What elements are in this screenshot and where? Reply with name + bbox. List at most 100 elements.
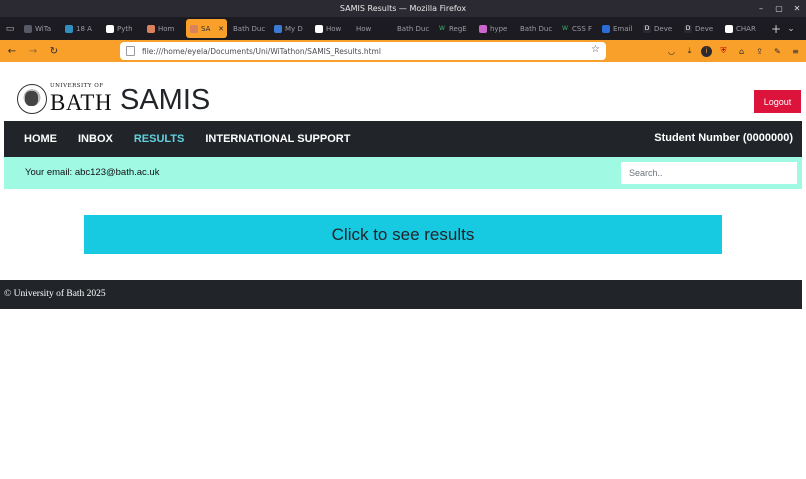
tab-strip: WiTa 18 A Pyth Hom SA ✕ Bath Duc My D How How Bath… bbox=[20, 17, 762, 40]
main-nav: HOME INBOX RESULTS INTERNATIONAL SUPPORT… bbox=[4, 121, 802, 157]
bookmark-star-icon[interactable]: ☆ bbox=[591, 44, 600, 55]
tab-label: Pyth bbox=[117, 24, 133, 33]
tab-label: Deve bbox=[654, 24, 673, 33]
tab-favicon-icon: W bbox=[439, 25, 445, 32]
tab-favicon-icon bbox=[190, 24, 198, 33]
browser-tab[interactable]: D Deve bbox=[639, 17, 680, 40]
maximize-icon[interactable]: ▢ bbox=[774, 0, 784, 17]
nav-inbox[interactable]: INBOX bbox=[78, 133, 113, 145]
tab-label: SA bbox=[201, 24, 211, 33]
accessibility-icon[interactable]: ✎ bbox=[771, 45, 784, 58]
browser-tab[interactable]: Bath Duc bbox=[393, 17, 434, 40]
close-icon[interactable]: ✕ bbox=[792, 0, 802, 17]
browser-tab[interactable]: Bath Duc bbox=[229, 17, 270, 40]
info-bar: Your email: abc123@bath.ac.uk bbox=[4, 157, 802, 189]
email-text: Your email: abc123@bath.ac.uk bbox=[25, 167, 160, 178]
minimize-icon[interactable]: – bbox=[756, 0, 766, 17]
browser-tab[interactable]: SA ✕ bbox=[186, 19, 227, 38]
back-icon[interactable]: ← bbox=[3, 46, 21, 57]
tab-label: Deve bbox=[695, 24, 714, 33]
ublock-icon[interactable]: ⛨ bbox=[717, 45, 730, 58]
menu-icon[interactable]: ≡ bbox=[789, 45, 802, 58]
tab-label: My D bbox=[285, 24, 303, 33]
tab-label: 18 A bbox=[76, 24, 92, 33]
browser-tab[interactable]: CHAR bbox=[721, 17, 762, 40]
tab-favicon-icon bbox=[725, 24, 733, 33]
window-titlebar: SAMIS Results — Mozilla Firefox – ▢ ✕ bbox=[0, 0, 806, 17]
tab-favicon-icon: D bbox=[643, 24, 651, 33]
browser-tab[interactable]: hype bbox=[475, 17, 516, 40]
url-bar[interactable]: file:///home/eyela/Documents/Uni/WiTatho… bbox=[120, 42, 606, 60]
tab-label: Email bbox=[613, 24, 633, 33]
window-controls: – ▢ ✕ bbox=[756, 0, 802, 17]
tab-label: CSS F bbox=[572, 24, 593, 33]
url-text[interactable]: file:///home/eyela/Documents/Uni/WiTatho… bbox=[142, 47, 381, 56]
new-tab-icon[interactable]: + bbox=[768, 22, 784, 36]
tab-label: Bath Duc bbox=[520, 24, 553, 33]
university-logo[interactable]: UNIVERSITY OF BATH bbox=[17, 82, 112, 116]
tab-favicon-icon bbox=[147, 24, 155, 33]
tab-favicon-icon bbox=[315, 24, 323, 33]
tab-favicon-icon bbox=[274, 24, 282, 33]
see-results-button[interactable]: Click to see results bbox=[84, 215, 722, 254]
tab-favicon-icon bbox=[65, 24, 73, 33]
tab-label: How bbox=[356, 24, 372, 33]
tab-label: WiTa bbox=[35, 24, 52, 33]
search-input[interactable] bbox=[621, 162, 797, 184]
window-title: SAMIS Results — Mozilla Firefox bbox=[339, 4, 467, 13]
tab-label: Bath Duc bbox=[397, 24, 430, 33]
tab-label: RegE bbox=[449, 24, 467, 33]
navigation-toolbar: ← → ↻ file:///home/eyela/Documents/Uni/W… bbox=[0, 40, 806, 62]
browser-tab[interactable]: WiTa bbox=[20, 17, 61, 40]
logo-small-text: UNIVERSITY OF bbox=[50, 83, 104, 90]
nav-results[interactable]: RESULTS bbox=[134, 133, 185, 145]
tab-bar: ▭ WiTa 18 A Pyth Hom SA ✕ Bath Duc My D How How Ba… bbox=[0, 17, 806, 40]
tab-label: How bbox=[326, 24, 342, 33]
tab-label: CHAR bbox=[736, 24, 756, 33]
tab-list-icon[interactable]: ⌄ bbox=[784, 24, 798, 34]
browser-tab[interactable]: Email bbox=[598, 17, 639, 40]
toolbar-icons: ◡ ⤓ i ⛨ ⌂ ⇪ ✎ ≡ bbox=[665, 40, 802, 62]
tab-label: hype bbox=[490, 24, 508, 33]
file-icon bbox=[126, 46, 135, 56]
browser-tab[interactable]: Hom bbox=[143, 17, 184, 40]
page-header: UNIVERSITY OF BATH SAMIS Logout bbox=[0, 62, 806, 121]
tab-label: Bath Duc bbox=[233, 24, 266, 33]
tab-label: Hom bbox=[158, 24, 175, 33]
tab-favicon-icon: D bbox=[684, 24, 692, 33]
browser-tab[interactable]: Bath Duc bbox=[516, 17, 557, 40]
extensions-icon[interactable]: ⌂ bbox=[735, 45, 748, 58]
browser-tab[interactable]: W CSS F bbox=[557, 17, 598, 40]
browser-tab[interactable]: 18 A bbox=[61, 17, 102, 40]
tab-favicon-icon bbox=[24, 24, 32, 33]
student-number: Student Number (0000000) bbox=[654, 132, 793, 144]
browser-tab[interactable]: How bbox=[311, 17, 352, 40]
forward-icon[interactable]: → bbox=[24, 46, 42, 57]
pocket-icon[interactable]: ◡ bbox=[665, 45, 678, 58]
tab-favicon-icon bbox=[479, 24, 487, 33]
tab-favicon-icon bbox=[106, 24, 114, 33]
crest-icon bbox=[17, 84, 47, 114]
browser-tab[interactable]: D Deve bbox=[680, 17, 721, 40]
logout-button[interactable]: Logout bbox=[754, 90, 801, 113]
nav-home[interactable]: HOME bbox=[24, 133, 57, 145]
tab-favicon-icon bbox=[602, 24, 610, 33]
reload-icon[interactable]: ↻ bbox=[45, 46, 63, 57]
browser-tab[interactable]: Pyth bbox=[102, 17, 143, 40]
tab-overview-icon[interactable]: ▭ bbox=[0, 17, 20, 40]
logo-big-text: BATH bbox=[50, 89, 113, 115]
share-icon[interactable]: ⇪ bbox=[753, 45, 766, 58]
footer-text: © University of Bath 2025 bbox=[4, 289, 106, 299]
browser-tab[interactable]: W RegE bbox=[434, 17, 475, 40]
tab-close-icon[interactable]: ✕ bbox=[218, 25, 224, 33]
tab-favicon-icon: W bbox=[562, 25, 568, 32]
footer: © University of Bath 2025 bbox=[0, 280, 802, 309]
page-title: SAMIS bbox=[120, 84, 211, 116]
logo-text: UNIVERSITY OF BATH bbox=[50, 84, 112, 114]
page: UNIVERSITY OF BATH SAMIS Logout HOME INB… bbox=[0, 62, 806, 479]
browser-tab[interactable]: How bbox=[352, 17, 393, 40]
nav-international-support[interactable]: INTERNATIONAL SUPPORT bbox=[205, 133, 350, 145]
browser-tab[interactable]: My D bbox=[270, 17, 311, 40]
downloads-icon[interactable]: ⤓ bbox=[683, 45, 696, 58]
info-extension-icon[interactable]: i bbox=[701, 45, 712, 57]
